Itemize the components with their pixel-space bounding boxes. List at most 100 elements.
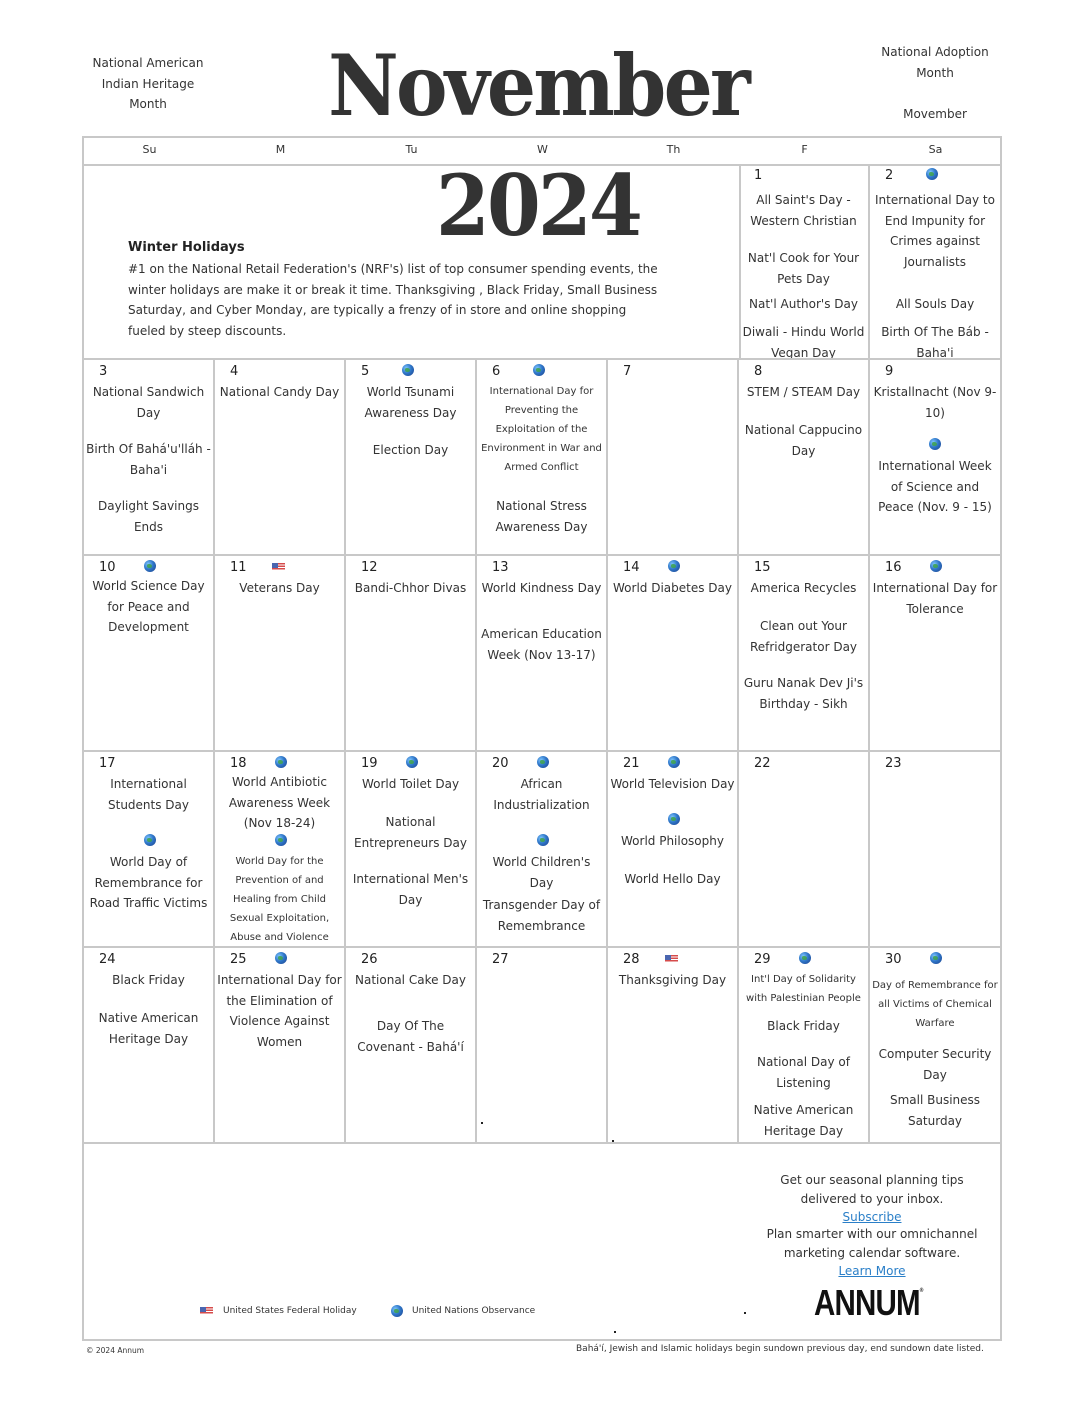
- event-label: All Saint's Day - Western Christian: [750, 193, 857, 228]
- event-label: National Stress Awareness Day: [495, 499, 588, 534]
- day-cell-20[interactable]: 20 African Industrialization World Childre…: [477, 752, 608, 948]
- event-label: Kristallnacht (Nov 9-10): [873, 385, 997, 420]
- event-label: National Sandwich Day: [92, 385, 205, 420]
- globe-icon: [391, 1305, 403, 1317]
- globe-icon: [537, 756, 549, 768]
- day-number: 12: [361, 560, 378, 575]
- day-cell-22[interactable]: 22: [739, 752, 870, 948]
- day-cell-17[interactable]: 17 International Students Day World Day of…: [84, 752, 215, 948]
- day-number: 30: [885, 952, 902, 967]
- event-label: World Diabetes Day: [613, 581, 732, 595]
- event-label: International Day for Tolerance: [872, 581, 998, 616]
- day-cell-1[interactable]: 1 All Saint's Day - Western Christian Nat'…: [739, 164, 870, 360]
- day-cell-28[interactable]: 28 Thanksgiving Day: [608, 948, 739, 1144]
- event-label: World Toilet Day: [361, 777, 460, 791]
- event-label: National Cake Day: [355, 973, 466, 987]
- day-cell-16[interactable]: 16 International Day for Tolerance: [870, 556, 1000, 752]
- day-cell-26[interactable]: 26 National Cake Day Day Of The Covenant -…: [346, 948, 477, 1144]
- day-number: 15: [754, 560, 771, 575]
- day-number: 23: [885, 756, 902, 771]
- stray-dot: [614, 1331, 616, 1333]
- event-label: World Tsunami Awareness Day: [364, 385, 457, 420]
- globe-icon: [536, 834, 549, 846]
- newsletter-text: Get our seasonal planning tips delivered…: [780, 1173, 964, 1206]
- day-number: 18: [230, 756, 247, 771]
- day-cell-11[interactable]: 11 Veterans Day: [215, 556, 346, 752]
- event-label: Birth Of Bahá'u'lláh - Baha'i: [86, 442, 211, 477]
- event-label: Veterans Day: [239, 581, 320, 595]
- event-label: International Day to End Impunity for Cr…: [875, 193, 995, 269]
- day-cell-9[interactable]: 9 Kristallnacht (Nov 9-10) International W…: [870, 360, 1000, 556]
- event-label: Guru Nanak Dev Ji's Birthday - Sikh: [743, 676, 864, 711]
- day-number: 11: [230, 560, 247, 575]
- event-label: International Day for Preventing the Exp…: [481, 386, 602, 473]
- day-number: 19: [361, 756, 378, 771]
- event-label: Birth Of The Báb - Baha'i: [881, 325, 989, 360]
- day-cell-14[interactable]: 14 World Diabetes Day: [608, 556, 739, 752]
- day-cell-23[interactable]: 23: [870, 752, 1000, 948]
- legend-label: United States Federal Holiday: [223, 1306, 357, 1316]
- legend-label: United Nations Observance: [412, 1306, 536, 1316]
- day-cell-10[interactable]: 10 World Science Day for Peace and Develo…: [84, 556, 215, 752]
- day-cell-27[interactable]: 27: [477, 948, 608, 1144]
- logo-text: ANNUM: [814, 1282, 921, 1323]
- day-cell-25[interactable]: 25 International Day for the Elimination …: [215, 948, 346, 1144]
- day-number: 21: [623, 756, 640, 771]
- us-flag-icon: [200, 1307, 213, 1315]
- event-label: Native American Heritage Day: [98, 1011, 199, 1046]
- footer-panel: Get our seasonal planning tips delivered…: [84, 1145, 1000, 1339]
- day-cell-6[interactable]: 6 International Day for Preventing the Ex…: [477, 360, 608, 556]
- day-cell-19[interactable]: 19 World Toilet Day National Entrepreneurs…: [346, 752, 477, 948]
- event-label: American Education Week (Nov 13-17): [481, 627, 602, 662]
- globe-icon: [275, 952, 287, 964]
- day-cell-5[interactable]: 5 World Tsunami Awareness Day Election Day: [346, 360, 477, 556]
- calendar-grid: Su M Tu W Th F Sa Winter Holidays #1 on …: [82, 136, 1002, 1341]
- event-label: Native American Heritage Day: [753, 1103, 854, 1138]
- day-number: 3: [99, 364, 108, 379]
- day-cell-7[interactable]: 7: [608, 360, 739, 556]
- feature-title: Winter Holidays: [128, 240, 245, 255]
- day-number: 4: [230, 364, 239, 379]
- feature-note: Winter Holidays #1 on the National Retai…: [128, 240, 658, 341]
- stray-dot: [612, 1140, 614, 1142]
- event-label: World Kindness Day: [481, 581, 602, 595]
- event-label: World Hello Day: [624, 872, 721, 886]
- day-cell-15[interactable]: 15 America Recycles Clean out Your Refridg…: [739, 556, 870, 752]
- event-label: World Philosophy: [621, 834, 724, 848]
- day-cell-21[interactable]: 21 World Television Day World Philosophy Wo…: [608, 752, 739, 948]
- event-label: National Entrepreneurs Day: [354, 815, 467, 850]
- day-number: 20: [492, 756, 509, 771]
- event-label: National Candy Day: [219, 385, 340, 399]
- subscribe-link[interactable]: Subscribe: [754, 1209, 990, 1225]
- day-cell-29[interactable]: 29 Int'l Day of Solidarity with Palestini…: [739, 948, 870, 1144]
- day-number: 26: [361, 952, 378, 967]
- day-cell-4[interactable]: 4 National Candy Day: [215, 360, 346, 556]
- event-label: World Television Day: [610, 777, 735, 791]
- day-number: 2: [885, 168, 894, 183]
- day-number: 7: [623, 364, 632, 379]
- day-cell-24[interactable]: 24 Black Friday Native American Heritage D…: [84, 948, 215, 1144]
- weekday-w: W: [537, 143, 548, 156]
- adoption-month-note: National Adoption Month Movember: [872, 42, 998, 124]
- day-cell-8[interactable]: 8 STEM / STEAM Day National Cappucino Day: [739, 360, 870, 556]
- day-cell-2[interactable]: 2 International Day to End Impunity for C…: [870, 164, 1000, 360]
- day-number: 22: [754, 756, 771, 771]
- globe-icon: [929, 438, 941, 450]
- note-line: Movember: [903, 106, 967, 121]
- event-label: Bandi-Chhor Divas: [354, 581, 467, 595]
- weekday-tu: Tu: [405, 143, 418, 156]
- promo-block: Get our seasonal planning tips delivered…: [754, 1171, 990, 1279]
- day-number: 28: [623, 952, 640, 967]
- stray-dot: [744, 1312, 746, 1314]
- event-label: All Souls Day: [895, 297, 975, 311]
- day-cell-18[interactable]: 18 World Antibiotic Awareness Week (Nov 1…: [215, 752, 346, 948]
- learn-more-link[interactable]: Learn More: [754, 1263, 990, 1279]
- day-cell-3[interactable]: 3 National Sandwich Day Birth Of Bahá'u'll…: [84, 360, 215, 556]
- day-cell-30[interactable]: 30 Day of Remembrance for all Victims of …: [870, 948, 1000, 1144]
- day-cell-12[interactable]: 12 Bandi-Chhor Divas: [346, 556, 477, 752]
- day-number: 27: [492, 952, 509, 967]
- note-line: National American: [92, 56, 204, 70]
- day-cell-13[interactable]: 13 World Kindness Day American Education W…: [477, 556, 608, 752]
- note-line: National Adoption: [881, 45, 989, 59]
